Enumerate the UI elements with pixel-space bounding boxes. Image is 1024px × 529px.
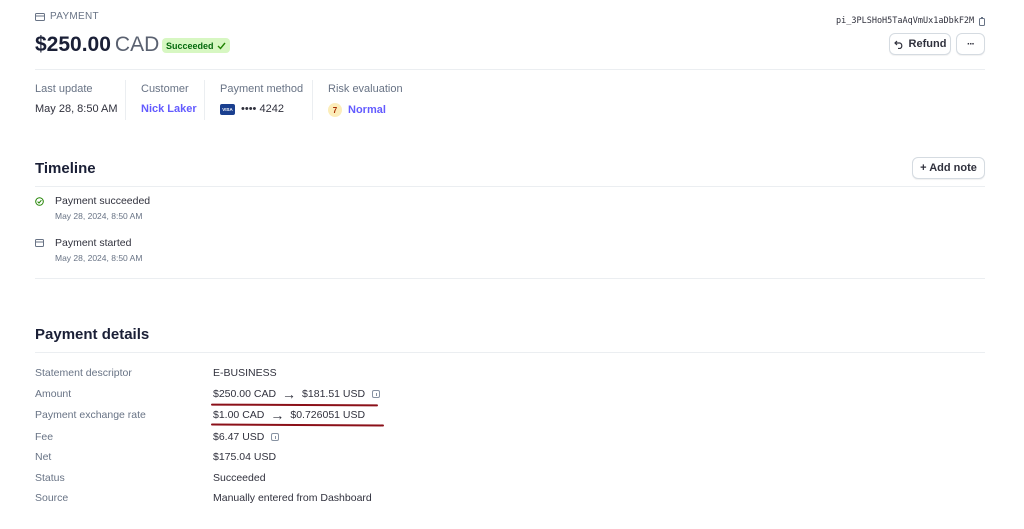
payment-section-label: PAYMENT	[35, 11, 99, 22]
summary-risk: Risk evaluation 7 Normal	[328, 83, 403, 117]
detail-value: Manually entered from Dashboard	[213, 492, 372, 504]
copy-icon[interactable]	[978, 16, 986, 26]
detail-key: Status	[35, 472, 65, 484]
summary-divider	[125, 80, 126, 120]
fee-value: $6.47 USD	[213, 431, 265, 443]
add-note-button[interactable]: + Add note	[912, 157, 985, 179]
payment-id[interactable]: pi_3PLSHoH5TaAqVmUx1aDbkF2M	[836, 16, 986, 26]
detail-value-text: Succeeded	[213, 472, 266, 484]
refund-icon	[893, 40, 902, 49]
risk-label: Risk evaluation	[328, 83, 403, 95]
timeline-end-divider	[35, 278, 985, 279]
customer-link[interactable]: Nick Laker	[141, 103, 197, 115]
more-actions-button[interactable]: ···	[956, 33, 985, 55]
check-circle-icon	[35, 197, 44, 206]
risk-score-badge: 7	[328, 103, 342, 117]
customer-label: Customer	[141, 83, 189, 95]
detail-value-text: $175.04 USD	[213, 451, 277, 463]
last-update-value: May 28, 8:50 AM	[35, 103, 118, 115]
detail-value: $1.00 CAD → $0.726051 USD	[213, 407, 366, 423]
detail-key: Payment exchange rate	[35, 409, 146, 421]
detail-value-text: E-BUSINESS	[213, 367, 277, 379]
more-label: ···	[967, 38, 975, 50]
timeline-event-time: May 28, 2024, 8:50 AM	[55, 211, 143, 221]
summary-payment-method: Payment method VISA •••• 4242	[220, 83, 303, 115]
status-badge: Succeeded	[162, 38, 230, 53]
risk-value: 7 Normal	[328, 103, 403, 117]
payment-amount: $250.00 CAD	[35, 33, 159, 57]
add-note-label: + Add note	[920, 162, 977, 174]
rate-to: $0.726051 USD	[290, 409, 366, 421]
timeline-event-time: May 28, 2024, 8:50 AM	[55, 253, 143, 263]
card-icon	[35, 239, 44, 247]
visa-card-icon: VISA	[220, 103, 235, 115]
summary-last-update: Last update May 28, 8:50 AM	[35, 83, 118, 115]
payment-method-value: VISA •••• 4242	[220, 103, 303, 115]
payment-id-text: pi_3PLSHoH5TaAqVmUx1aDbkF2M	[836, 16, 975, 26]
detail-key: Statement descriptor	[35, 367, 132, 379]
refund-label: Refund	[908, 38, 947, 50]
status-badge-text: Succeeded	[166, 40, 214, 51]
amount-to: $181.51 USD	[302, 388, 366, 400]
check-icon	[217, 42, 226, 50]
payment-method-label: Payment method	[220, 83, 304, 95]
detail-key: Net	[35, 451, 52, 463]
timeline-divider	[35, 186, 985, 187]
refund-button[interactable]: Refund	[889, 33, 951, 55]
header-divider	[35, 69, 985, 70]
detail-key: Source	[35, 492, 69, 504]
detail-value: E-BUSINESS	[213, 367, 277, 379]
section-label-text: PAYMENT	[50, 11, 99, 22]
summary-divider	[204, 80, 205, 120]
detail-value: Succeeded	[213, 472, 266, 484]
detail-key: Fee	[35, 431, 54, 443]
arrow-right-icon: →	[270, 407, 285, 423]
card-brand: VISA	[222, 106, 233, 112]
risk-link[interactable]: Normal	[348, 104, 386, 116]
detail-value: $6.47 USD	[213, 431, 280, 443]
summary-divider	[312, 80, 313, 120]
timeline-title: Timeline	[35, 160, 96, 177]
arrow-right-icon: →	[282, 386, 297, 402]
detail-value-text: Manually entered from Dashboard	[213, 492, 372, 504]
detail-value: $175.04 USD	[213, 451, 276, 463]
timeline-event-title: Payment succeeded	[55, 195, 151, 207]
summary-customer: Customer Nick Laker	[141, 83, 197, 115]
details-divider	[35, 352, 985, 353]
detail-key: Amount	[35, 388, 72, 400]
last-update-label: Last update	[35, 83, 93, 95]
timeline-event-title: Payment started	[55, 237, 132, 249]
annotation-underline	[210, 423, 385, 427]
card-icon	[35, 12, 45, 21]
rate-from: $1.00 CAD	[213, 409, 265, 421]
detail-value: $250.00 CAD → $181.51 USD	[213, 386, 381, 402]
amount-value: $250.00	[35, 33, 111, 56]
amount-from: $250.00 CAD	[213, 388, 277, 400]
info-icon[interactable]	[271, 433, 280, 441]
payment-details-title: Payment details	[35, 326, 150, 343]
card-last4: •••• 4242	[241, 103, 284, 115]
info-icon[interactable]	[372, 390, 381, 398]
annotation-underline	[210, 403, 379, 407]
amount-currency: CAD	[114, 33, 160, 56]
